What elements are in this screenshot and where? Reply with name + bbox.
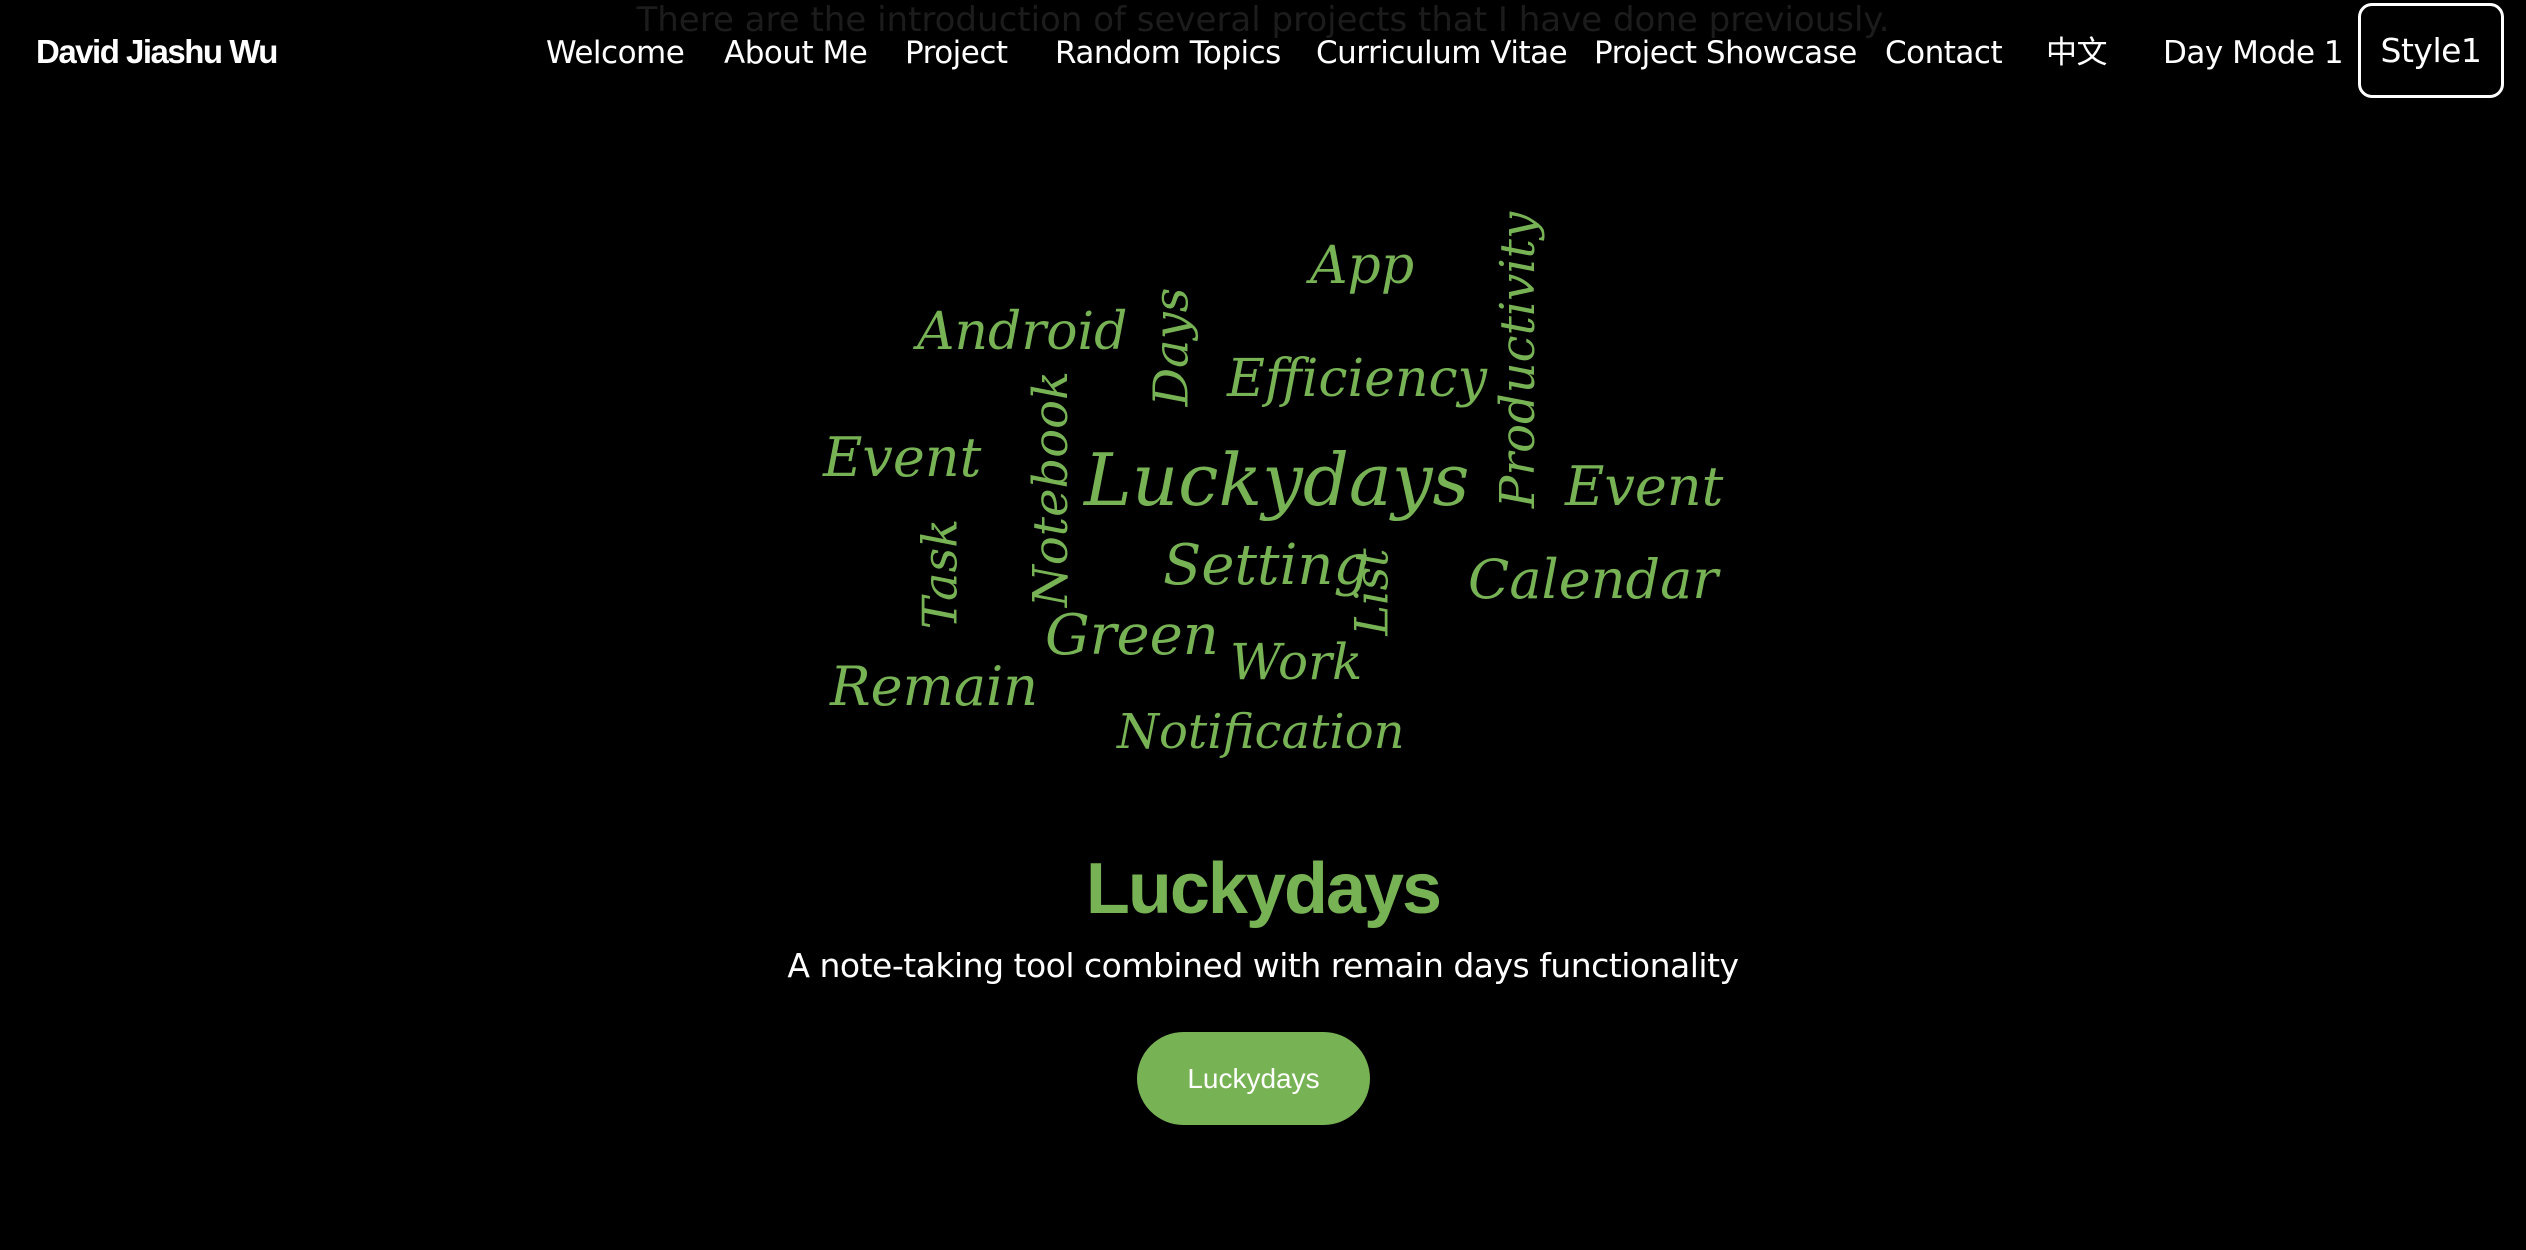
project-title: Luckydays xyxy=(1085,849,1442,929)
word-app: App xyxy=(1310,236,1415,296)
word-luckydays: Luckydays xyxy=(1084,438,1470,522)
word-days: Days xyxy=(1143,287,1200,407)
word-productivity: Productivity xyxy=(1490,211,1547,509)
nav-day-mode[interactable]: Day Mode 1 xyxy=(2163,32,2344,74)
word-event-right: Event xyxy=(1565,455,1724,518)
project-subtitle: A note-taking tool combined with remain … xyxy=(787,946,1739,985)
word-calendar: Calendar xyxy=(1468,548,1719,611)
word-green: Green xyxy=(1045,603,1219,668)
word-remain: Remain xyxy=(830,655,1039,718)
top-navbar: David Jiashu Wu Welcome About Me Project… xyxy=(0,0,2526,106)
word-efficiency: Efficiency xyxy=(1227,349,1487,409)
word-task: Task xyxy=(912,518,969,630)
nav-project[interactable]: Project xyxy=(905,32,1008,74)
nav-welcome[interactable]: Welcome xyxy=(546,32,685,74)
style-button[interactable]: Style1 xyxy=(2358,3,2504,98)
nav-random-topics[interactable]: Random Topics xyxy=(1055,32,1281,74)
luckydays-button[interactable]: Luckydays xyxy=(1137,1032,1370,1125)
word-list: List xyxy=(1344,548,1399,636)
word-android: Android xyxy=(917,302,1128,362)
nav-contact[interactable]: Contact xyxy=(1885,32,2003,74)
word-setting: Setting xyxy=(1163,533,1370,598)
nav-about-me[interactable]: About Me xyxy=(724,32,868,74)
nav-project-showcase[interactable]: Project Showcase xyxy=(1594,32,1857,74)
word-notification: Notification xyxy=(1117,704,1405,760)
brand-name[interactable]: David Jiashu Wu xyxy=(36,30,278,74)
word-work: Work xyxy=(1230,633,1363,691)
nav-curriculum-vitae[interactable]: Curriculum Vitae xyxy=(1316,32,1568,74)
word-notebook: Notebook xyxy=(1023,370,1080,608)
nav-chinese[interactable]: 中文 xyxy=(2046,32,2108,74)
word-event-left: Event xyxy=(823,426,982,489)
word-cloud: App Android Days Efficiency Productivity… xyxy=(0,0,2526,800)
